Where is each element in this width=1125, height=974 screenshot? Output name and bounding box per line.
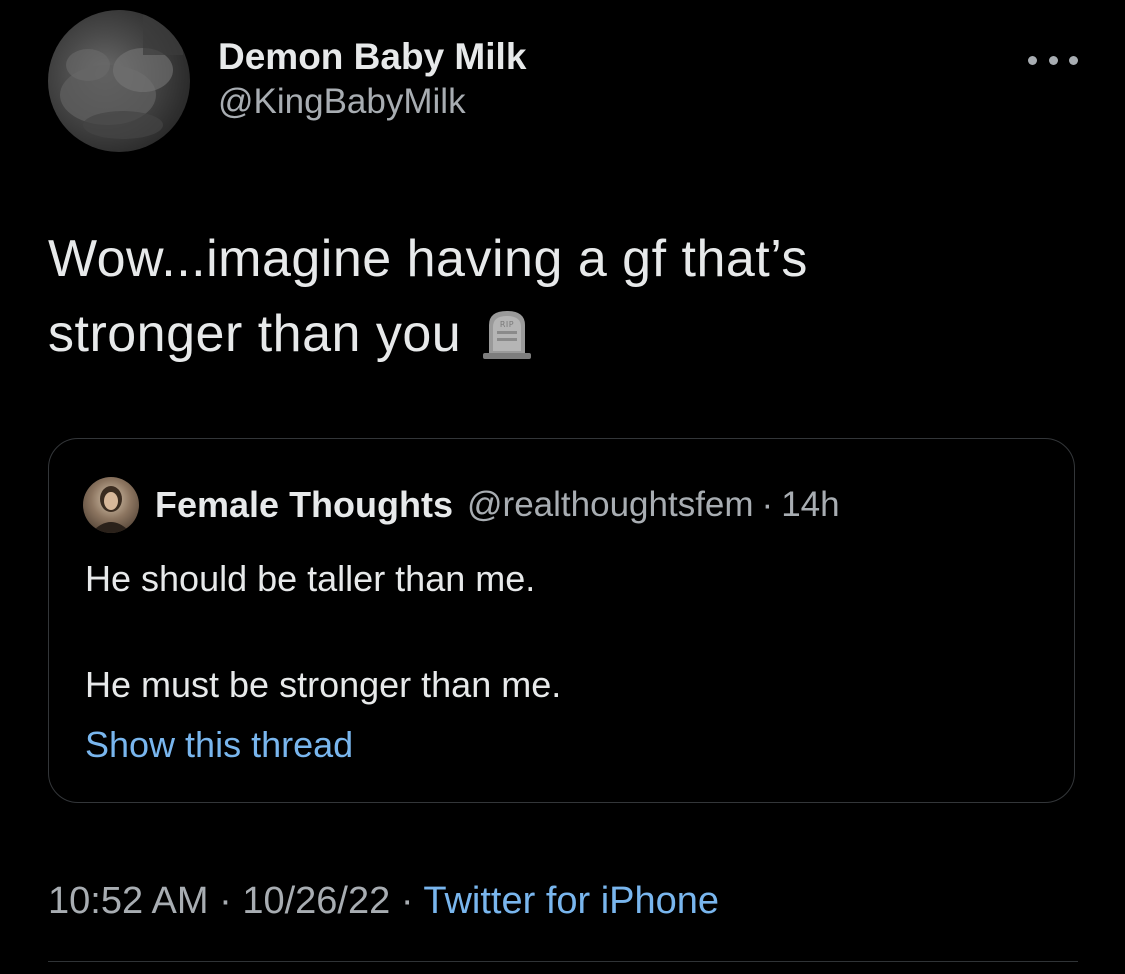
author-handle[interactable]: @KingBabyMilk	[218, 80, 526, 124]
author-avatar[interactable]	[48, 10, 190, 152]
quoted-tweet-age: 14h	[781, 485, 840, 524]
tweet-meta: 10:52 AM · 10/26/22 · Twitter for iPhone	[48, 878, 719, 924]
tweet-date[interactable]: 10/26/22	[242, 880, 390, 922]
divider	[48, 961, 1078, 962]
more-dot	[1048, 55, 1058, 65]
tweet-text-line2-text: stronger than you	[48, 305, 462, 363]
more-options-icon[interactable]	[1028, 50, 1078, 70]
quoted-author-display-name[interactable]: Female Thoughts	[155, 484, 453, 526]
quoted-author-avatar[interactable]	[83, 477, 139, 533]
author-display-name[interactable]: Demon Baby Milk	[218, 34, 526, 80]
quoted-tweet-line2: He must be stronger than me.	[85, 664, 562, 705]
headstone-icon: RIP	[479, 305, 535, 382]
more-dot	[1069, 55, 1078, 65]
tweet-header: Demon Baby Milk @KingBabyMilk	[48, 10, 1078, 160]
svg-text:RIP: RIP	[500, 320, 514, 329]
quoted-tweet-header: Female Thoughts @realthoughtsfem · 14h	[83, 477, 840, 533]
meta-separator: ·	[219, 880, 232, 922]
more-dot	[1028, 55, 1037, 65]
quoted-tweet-card[interactable]: Female Thoughts @realthoughtsfem · 14h H…	[48, 438, 1075, 803]
tweet-text-line2: stronger than you RIP	[48, 297, 1078, 382]
tweet-text-line1: Wow...imagine having a gf that’s	[48, 230, 808, 288]
quoted-author-handle[interactable]: @realthoughtsfem	[467, 485, 754, 525]
quoted-meta-separator: ·	[761, 485, 774, 524]
tweet-source-link[interactable]: Twitter for iPhone	[423, 880, 719, 922]
meta-separator: ·	[400, 880, 414, 922]
author-names: Demon Baby Milk @KingBabyMilk	[218, 34, 526, 124]
tweet-time[interactable]: 10:52 AM	[48, 880, 209, 922]
quoted-tweet-line1: He should be taller than me.	[85, 558, 536, 599]
show-thread-link[interactable]: Show this thread	[85, 723, 353, 767]
tweet-text: Wow...imagine having a gf that’s stronge…	[48, 222, 1078, 382]
